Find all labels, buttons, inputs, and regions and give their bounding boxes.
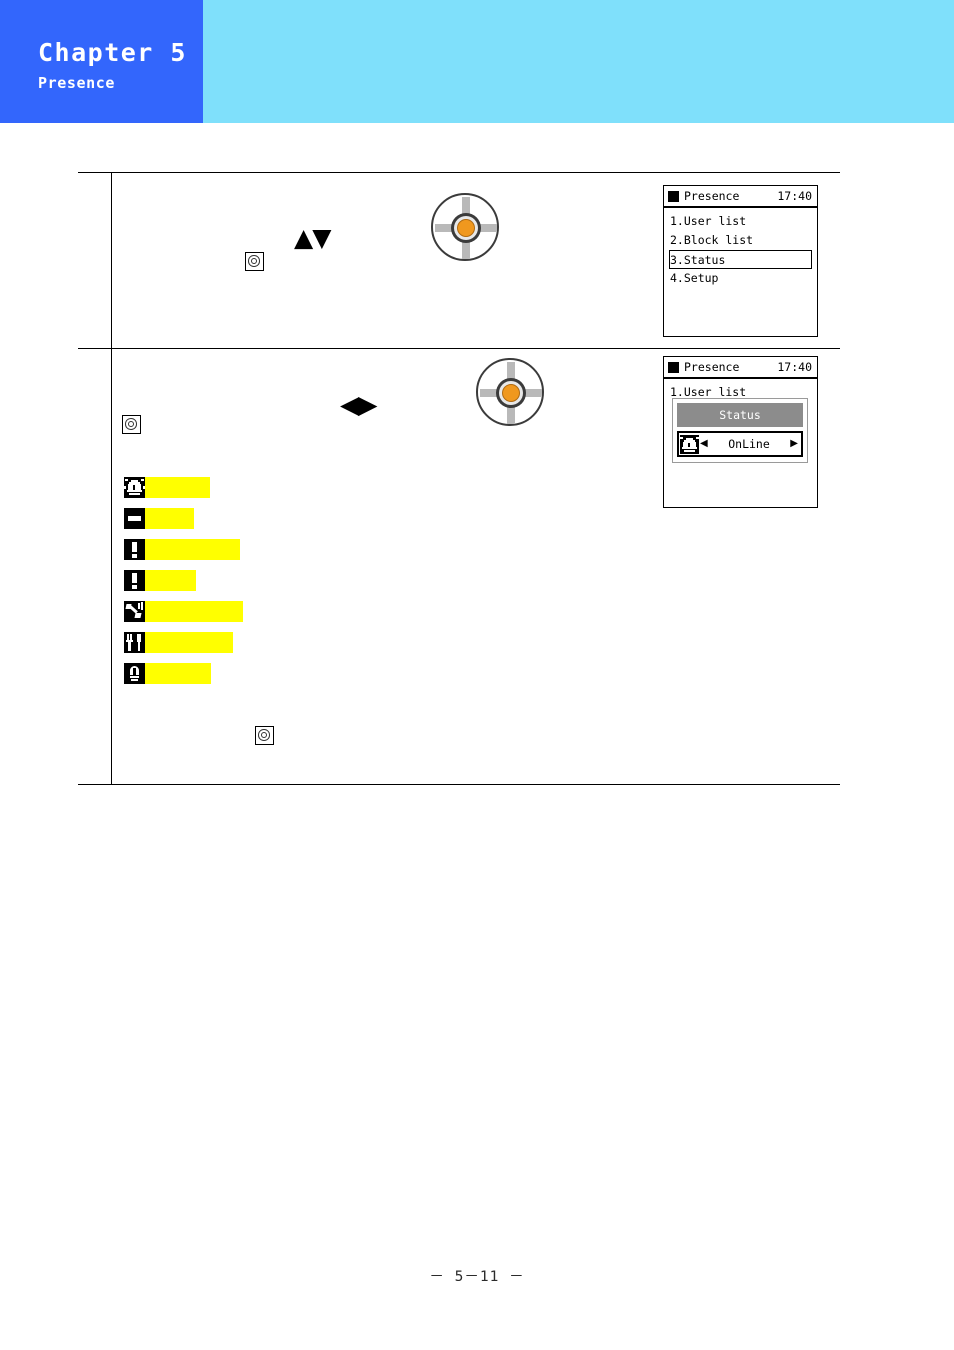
lcd-menu-titlebar: Presence 17:40 [664, 186, 817, 208]
step-number-cell-1 [78, 173, 112, 348]
status-label-redacted [145, 539, 240, 560]
lcd-menu-item-status[interactable]: 3.Status [669, 250, 812, 269]
status-next-arrow-icon[interactable]: ▶ [790, 439, 798, 449]
status-prev-arrow-icon[interactable]: ◀ [700, 439, 708, 449]
status-list-item-phone [124, 601, 243, 632]
left-right-arrows-icon: ◀▶ [340, 390, 377, 419]
chapter-title: Chapter 5 [38, 38, 187, 67]
presence-square-icon [668, 190, 679, 202]
lcd-menu-body: 1.User list 2.Block list 3.Status 4.Setu… [664, 208, 817, 288]
status-label-redacted [145, 570, 196, 591]
enter-key-icon [122, 415, 141, 434]
status-label-redacted [145, 477, 210, 498]
page-number: － 5－11 － [429, 1269, 525, 1285]
presence-square-icon [668, 361, 679, 373]
lcd-menu-item-user-list[interactable]: 1.User list [669, 212, 812, 231]
chapter-header-block: Chapter 5 Presence [0, 0, 203, 123]
status-list-item-online [124, 477, 243, 508]
lcd-dialog-clock: 17:40 [777, 360, 812, 374]
lcd-screen-status-dialog: Presence 17:40 1.User list Status ◀ OnLi… [663, 356, 818, 508]
presence-phone-icon [124, 601, 145, 622]
lcd-menu-item-setup[interactable]: 4.Setup [669, 269, 812, 288]
step-number-cell-2 [78, 349, 112, 784]
presence-lunch-icon [124, 632, 145, 653]
chapter-section-title: Presence [38, 74, 116, 92]
lcd-menu-clock: 17:40 [777, 189, 812, 203]
presence-status-list [124, 477, 243, 694]
procedure-row-1: ▲▼ Presence 17:40 1.User list 2.Block li… [78, 172, 840, 348]
lcd-dialog-titlebar: Presence 17:40 [664, 357, 817, 379]
procedure-row-2: ◀▶ Presence 17:40 1.User list Status ◀ O… [78, 348, 840, 785]
step-content-cell-2: ◀▶ Presence 17:40 1.User list Status ◀ O… [112, 349, 840, 784]
enter-key-icon [255, 726, 274, 745]
navigation-wheel-icon [431, 193, 501, 263]
lcd-menu-title: Presence [684, 189, 740, 203]
presence-alert-icon [124, 539, 145, 560]
presence-online-icon [680, 434, 699, 454]
lcd-dialog-title: Presence [684, 360, 740, 374]
navigation-wheel-hub-center [502, 384, 520, 402]
status-selection-dialog: Status ◀ OnLine ▶ [672, 398, 808, 463]
status-value-selector[interactable]: ◀ OnLine ▶ [677, 431, 803, 457]
enter-key-icon [245, 252, 264, 271]
chapter-header-band: Chapter 5 Presence [0, 0, 954, 123]
presence-alert-icon [124, 570, 145, 591]
status-list-item-lunch [124, 632, 243, 663]
status-label-redacted [145, 663, 211, 684]
presence-dash-icon [124, 508, 145, 529]
status-list-item-lamp [124, 663, 243, 694]
step-content-cell-1: ▲▼ Presence 17:40 1.User list 2.Block li… [112, 173, 840, 348]
status-label-redacted [145, 632, 233, 653]
navigation-wheel-hub-center [457, 219, 475, 237]
status-list-item-alert-2 [124, 570, 243, 601]
lcd-menu-item-block-list[interactable]: 2.Block list [669, 231, 812, 250]
presence-online-icon [124, 477, 145, 498]
procedure-table: ▲▼ Presence 17:40 1.User list 2.Block li… [78, 172, 840, 785]
status-list-item-dash [124, 508, 243, 539]
status-label-redacted [145, 601, 243, 622]
status-list-item-alert-1 [124, 539, 243, 570]
presence-lamp-icon [124, 663, 145, 684]
lcd-screen-menu: Presence 17:40 1.User list 2.Block list … [663, 185, 818, 337]
status-dialog-heading: Status [677, 403, 803, 427]
up-down-arrows-icon: ▲▼ [294, 223, 331, 252]
navigation-wheel-icon [476, 358, 546, 428]
status-current-value: OnLine [728, 437, 770, 451]
status-label-redacted [145, 508, 194, 529]
